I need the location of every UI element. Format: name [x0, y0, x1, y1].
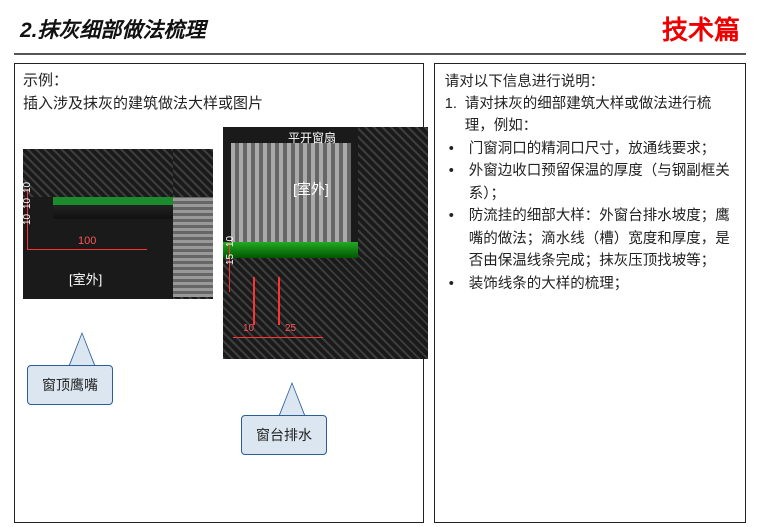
section-tag: 技术篇 — [662, 10, 740, 47]
item-text: 门窗洞口的精洞口尺寸，放通线要求； — [469, 138, 716, 160]
item-text: 防流挂的细部大样：外窗台排水坡度；鹰嘴的做法；滴水线（槽）宽度和厚度，是否由保温… — [469, 205, 735, 272]
list-item: 防流挂的细部大样：外窗台排水坡度；鹰嘴的做法；滴水线（槽）宽度和厚度，是否由保温… — [445, 205, 735, 272]
item-text: 请对抹灰的细部建筑大样或做法进行梳理，例如： — [465, 93, 735, 138]
list-item: 外窗边收口预留保温的厚度（与钢副框关系）； — [445, 160, 735, 205]
example-label: 示例： — [23, 70, 415, 93]
slide-title: 2.抹灰细部做法梳理 — [20, 14, 206, 44]
dim-label: 10 — [23, 214, 33, 225]
callout-box-1: 窗顶鹰嘴 — [27, 365, 113, 405]
window-type-label: 平开窗扇 — [288, 129, 336, 146]
cad-detail-1: 10 10 10 100 [室外] — [23, 149, 213, 299]
callout-label: 窗台排水 — [256, 425, 312, 445]
list-item: 门窗洞口的精洞口尺寸，放通线要求； — [445, 138, 735, 160]
dim-label: 100 — [78, 235, 96, 247]
callout-box-2: 窗台排水 — [241, 415, 327, 455]
example-panel: 示例： 插入涉及抹灰的建筑做法大样或图片 10 10 10 100 [室外] — [14, 63, 424, 523]
dim-label: 25 — [285, 323, 296, 334]
list-item: 1. 请对抹灰的细部建筑大样或做法进行梳理，例如： — [445, 93, 735, 138]
dim-label: 10 — [225, 236, 236, 247]
item-text: 装饰线条的大样的梳理； — [469, 273, 629, 295]
info-heading: 请对以下信息进行说明： — [445, 70, 735, 91]
item-text: 外窗边收口预留保温的厚度（与钢副框关系）； — [469, 160, 735, 205]
room-label: [室外] — [293, 179, 329, 199]
content-area: 示例： 插入涉及抹灰的建筑做法大样或图片 10 10 10 100 [室外] — [0, 63, 760, 523]
example-description: 插入涉及抹灰的建筑做法大样或图片 — [23, 93, 415, 116]
list-item: 装饰线条的大样的梳理； — [445, 273, 735, 295]
dim-label: 10 — [23, 182, 33, 193]
callout-label: 窗顶鹰嘴 — [42, 375, 98, 395]
room-label: [室外] — [69, 269, 102, 288]
header-divider — [14, 53, 746, 55]
diagram-area: 10 10 10 100 [室外] 窗顶鹰嘴 — [23, 127, 415, 516]
info-panel: 请对以下信息进行说明： 1. 请对抹灰的细部建筑大样或做法进行梳理，例如： 门窗… — [434, 63, 746, 523]
slide-header: 2.抹灰细部做法梳理 技术篇 — [0, 0, 760, 53]
cad-detail-2: 平开窗扇 [室外] 10 15 10 25 — [223, 127, 428, 359]
dim-label: 15 — [225, 254, 236, 265]
info-list: 1. 请对抹灰的细部建筑大样或做法进行梳理，例如： 门窗洞口的精洞口尺寸，放通线… — [445, 93, 735, 295]
item-number: 1. — [445, 93, 465, 138]
dim-label: 10 — [23, 198, 33, 209]
